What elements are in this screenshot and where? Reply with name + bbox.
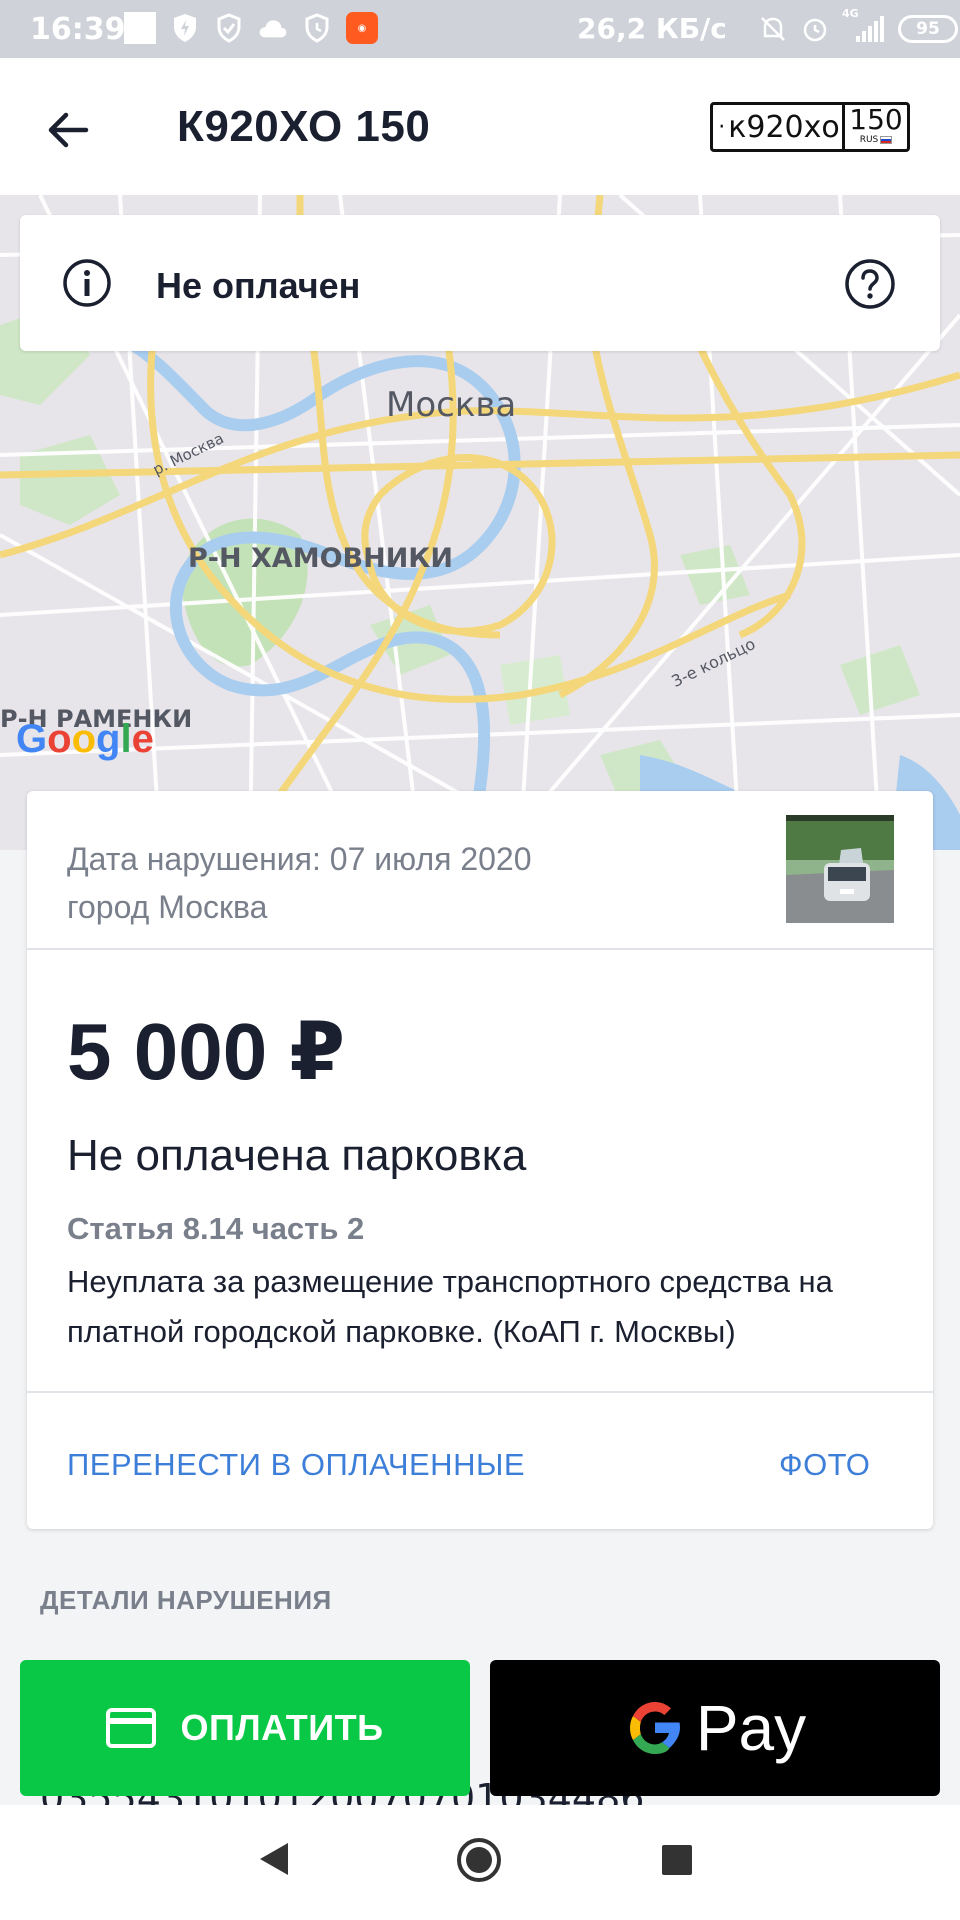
violation-description: Неуплата за размещение транспортного сре… (67, 1264, 833, 1349)
arrow-left-icon (48, 112, 89, 148)
pay-button-label: ОПЛАТИТЬ (180, 1707, 384, 1748)
system-nav-bar (0, 1805, 960, 1920)
google-pay-button[interactable]: Pay (490, 1660, 940, 1796)
status-left-icons: ◉ (124, 12, 378, 44)
nav-recents-icon[interactable] (662, 1845, 692, 1875)
violation-date: Дата нарушения: 07 июля 2020 (67, 841, 532, 877)
map-label-city: Москва (386, 385, 517, 425)
russia-flag-icon (880, 136, 893, 144)
plate-number: к920хо (728, 109, 840, 145)
page-title: К920ХО 150 (177, 102, 431, 151)
battery-indicator: 95 (898, 15, 958, 43)
google-logo: Google (16, 717, 154, 761)
shield-check-icon (214, 12, 244, 44)
violation-card: Дата нарушения: 07 июля 2020 город Москв… (27, 791, 933, 1529)
info-icon[interactable] (62, 258, 112, 308)
help-icon[interactable] (844, 258, 896, 310)
violation-photo-thumbnail[interactable] (786, 815, 894, 923)
plate-main: · к920хо (713, 105, 845, 149)
plate-region: 150 RUS (845, 105, 907, 149)
status-time: 16:39 (30, 12, 126, 47)
nav-home-icon[interactable] (456, 1837, 502, 1883)
violation-article: Статья 8.14 часть 2 (67, 1211, 365, 1246)
pay-button[interactable]: ОПЛАТИТЬ (20, 1660, 470, 1796)
google-g-icon (629, 1702, 680, 1754)
mute-bell-icon (758, 13, 788, 45)
status-right-icons: 4G 95 (758, 7, 958, 45)
app-notification-icon: ◉ (346, 12, 378, 44)
network-speed: 26,2 КБ/с (577, 12, 727, 45)
nav-back-icon[interactable] (258, 1841, 290, 1877)
back-button[interactable] (38, 100, 98, 160)
google-pay-label: Pay (695, 1692, 807, 1764)
status-bar: 16:39 ◉ 26,2 КБ/с 4G 95 (0, 0, 960, 58)
plate-region-number: 150 (849, 103, 903, 136)
credit-card-icon (106, 1708, 157, 1748)
plate-country: RUS (860, 135, 893, 145)
license-plate: · к920хо 150 RUS (710, 102, 910, 152)
payment-status-card: Не оплачен (20, 215, 940, 351)
payment-bar: ОПЛАТИТЬ Pay (0, 1660, 960, 1796)
payment-status-text: Не оплачен (156, 265, 361, 306)
map-label-district: Р-Н ХАМОВНИКИ (188, 543, 453, 574)
violation-title: Не оплачена парковка (67, 1131, 527, 1180)
violation-city: город Москва (67, 889, 268, 925)
details-section-heading: ДЕТАЛИ НАРУШЕНИЯ (40, 1585, 332, 1615)
shield-icon (170, 12, 200, 44)
mark-as-paid-button[interactable]: ПЕРЕНЕСТИ В ОПЛАЧЕННЫЕ (67, 1447, 525, 1483)
violation-card-header: Дата нарушения: 07 июля 2020 город Москв… (27, 791, 933, 950)
fine-amount: 5 000 ₽ (67, 1007, 346, 1096)
notification-square-icon (124, 12, 156, 44)
signal-label: 4G (842, 7, 859, 20)
signal-icon: 4G (842, 7, 886, 45)
shield-clock-icon (302, 12, 332, 44)
app-header: К920ХО 150 · к920хо 150 RUS (0, 58, 960, 195)
violation-card-actions: ПЕРЕНЕСТИ В ОПЛАЧЕННЫЕ ФОТО (27, 1391, 933, 1529)
photo-button[interactable]: ФОТО (779, 1447, 870, 1483)
alarm-icon (800, 13, 830, 45)
cloud-icon (258, 12, 288, 44)
